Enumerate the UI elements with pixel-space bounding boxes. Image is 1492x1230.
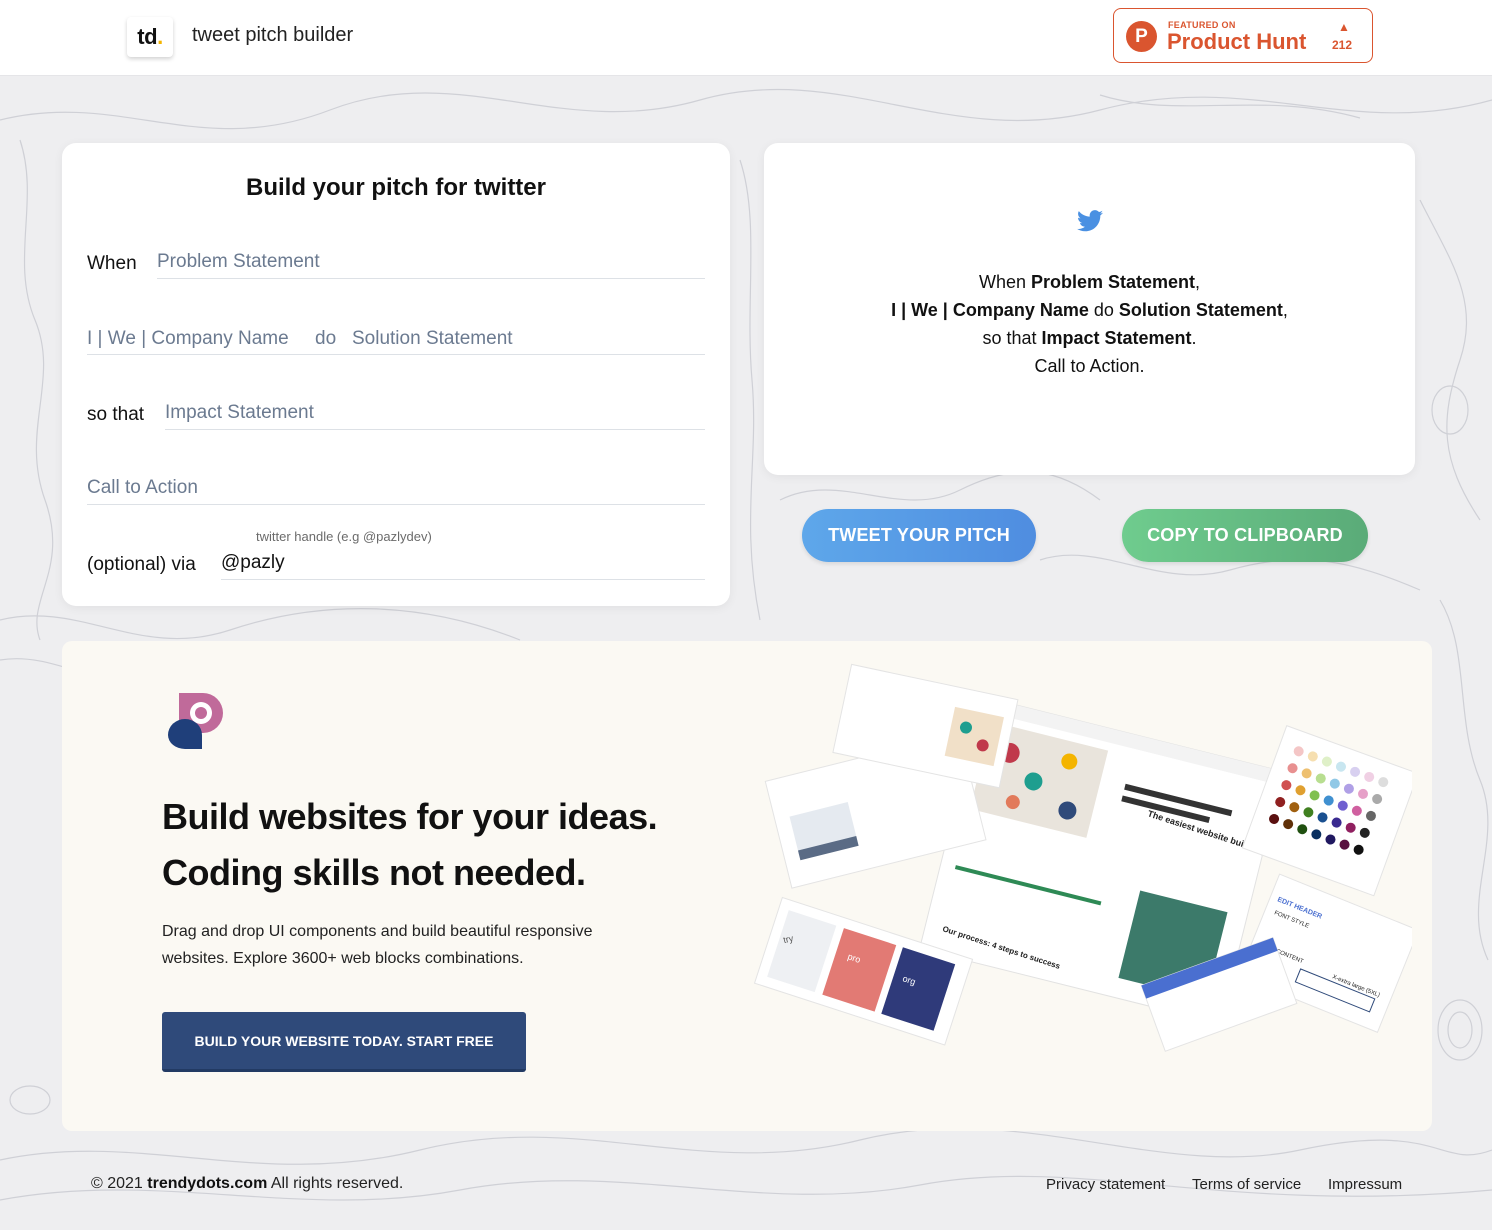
twitter-bird-icon	[1077, 210, 1103, 232]
tweet-your-pitch-button[interactable]: TWEET YOUR PITCH	[802, 509, 1036, 562]
app-logo[interactable]: td.	[127, 17, 173, 57]
company-name-input[interactable]: I | We | Company Name	[87, 328, 289, 350]
form-title: Build your pitch for twitter	[246, 174, 546, 201]
twitter-handle-hint: twitter handle (e.g @pazlydev)	[256, 529, 432, 544]
ph-vote-count: 212	[1332, 38, 1353, 52]
top-header: td. tweet pitch builder P FEATURED ON Pr…	[0, 0, 1492, 76]
terms-link[interactable]: Terms of service	[1192, 1176, 1301, 1193]
preview-company: I | We | Company Name	[891, 300, 1089, 320]
preview-problem: Problem Statement	[1030, 272, 1196, 292]
copyright-text: © 2021	[91, 1175, 148, 1192]
pazly-logo-icon[interactable]	[167, 691, 225, 751]
preview-text: so that	[982, 328, 1042, 348]
do-label: do	[315, 328, 337, 349]
problem-statement-input[interactable]: Problem Statement	[157, 251, 705, 279]
promo-description: Drag and drop UI components and build be…	[162, 923, 593, 967]
copyright-text: All rights reserved.	[267, 1175, 404, 1192]
when-label: When	[87, 253, 137, 274]
promo-heading-line1: Build websites for your ideas.	[162, 796, 658, 837]
app-title: tweet pitch builder	[192, 24, 354, 46]
tweet-preview-text: When Problem Statement, I | We | Company…	[764, 268, 1415, 380]
upvote-arrow-icon: ▲	[1338, 20, 1350, 34]
ph-name: Product Hunt	[1167, 29, 1307, 54]
call-to-action-input[interactable]: Call to Action	[87, 477, 705, 505]
preview-text: do	[1088, 300, 1119, 320]
pazly-promo-section: Build websites for your ideas. Coding sk…	[62, 641, 1432, 1131]
brand-link[interactable]: trendydots.com	[147, 1175, 267, 1192]
impact-statement-input[interactable]: Impact Statement	[165, 402, 705, 430]
preview-text: ,	[1195, 272, 1201, 292]
product-hunt-badge[interactable]: P FEATURED ON Product Hunt ▲ 212	[1113, 8, 1373, 63]
promo-heading-line2: Coding skills not needed.	[162, 852, 586, 893]
preview-cta: Call to Action.	[1034, 356, 1145, 376]
privacy-link[interactable]: Privacy statement	[1046, 1176, 1165, 1193]
via-label: (optional) via	[87, 554, 196, 575]
preview-text: ,	[1282, 300, 1288, 320]
footer-copyright: © 2021 trendydots.com All rights reserve…	[91, 1175, 403, 1193]
preview-text: .	[1191, 328, 1197, 348]
copy-to-clipboard-button[interactable]: COPY TO CLIPBOARD	[1122, 509, 1368, 562]
logo-dot: .	[157, 24, 163, 49]
logo-text: td	[137, 24, 158, 49]
impressum-link[interactable]: Impressum	[1328, 1176, 1402, 1193]
preview-solution: Solution Statement	[1118, 300, 1283, 320]
tweet-preview-card: When Problem Statement, I | We | Company…	[764, 143, 1415, 475]
preview-text: When	[978, 272, 1031, 292]
solution-statement-input[interactable]: Solution Statement	[352, 328, 513, 350]
product-hunt-icon: P	[1126, 21, 1157, 52]
preview-impact: Impact Statement	[1041, 328, 1192, 348]
so-that-label: so that	[87, 404, 145, 425]
build-website-button[interactable]: BUILD YOUR WEBSITE TODAY. START FREE	[162, 1012, 526, 1072]
website-builder-collage: The easiest website builder you've used …	[753, 663, 1412, 1052]
twitter-handle-input[interactable]: @pazly	[221, 552, 705, 580]
pitch-form-card: Build your pitch for twitter When Proble…	[62, 143, 730, 606]
